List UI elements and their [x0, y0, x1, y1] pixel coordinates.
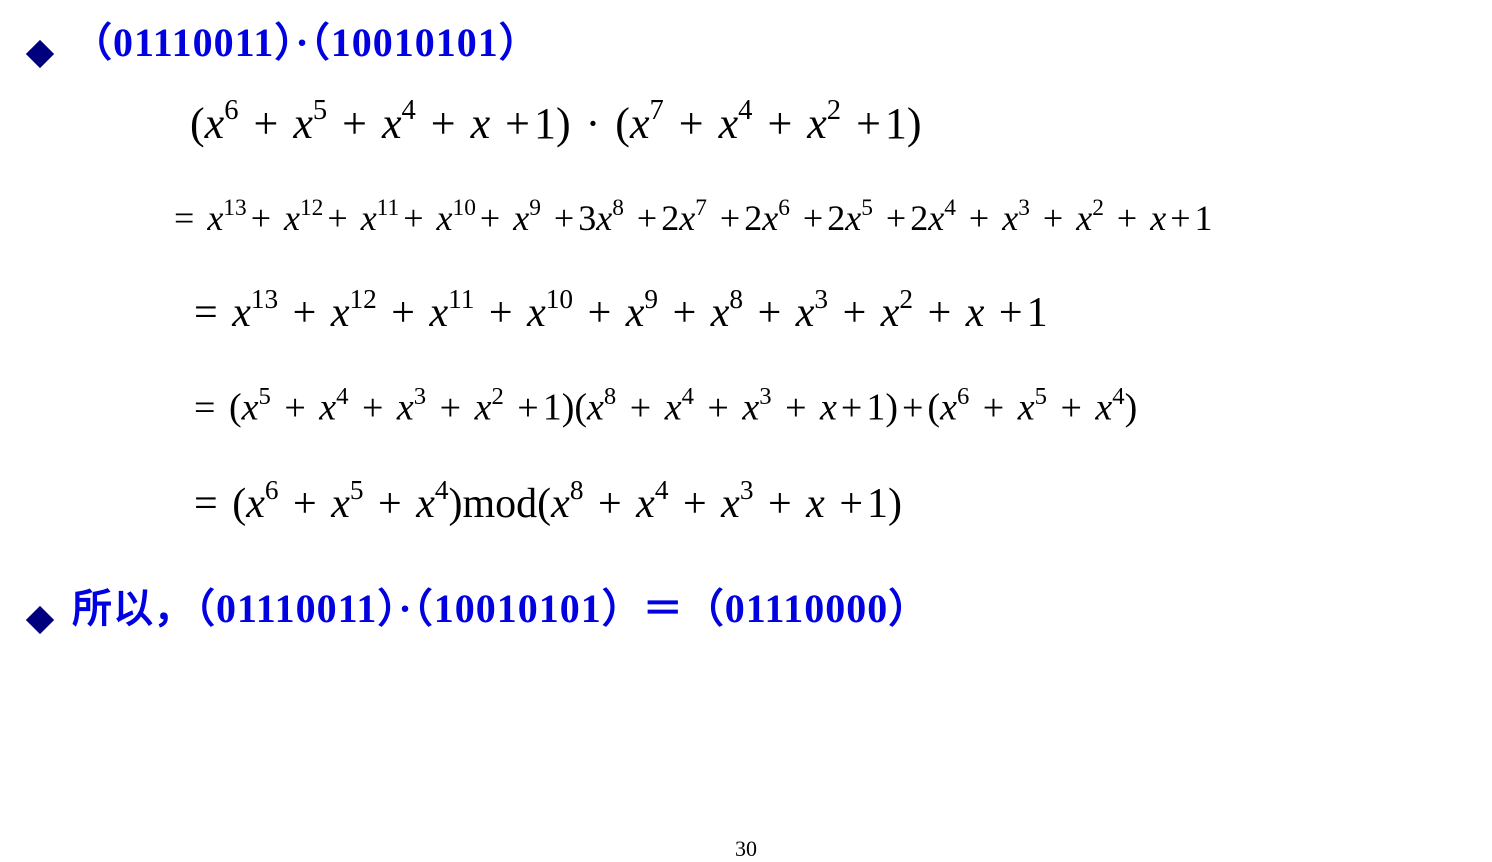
math-line-5: = (x6 + x5 + x4)mod(x8 + x4 + x3 + x +1) — [190, 478, 1462, 528]
footer-result: 所以，（01110011）·（10010101）＝（01110000） — [72, 576, 929, 634]
math-line-1: (x6 + x5 + x4 + x +1) · (x7 + x4 + x2 +1… — [190, 98, 1462, 149]
math-block: (x6 + x5 + x4 + x +1) · (x7 + x4 + x2 +1… — [190, 98, 1462, 528]
math-line-3: = x13 + x12 + x11 + x10 + x9 + x8 + x3 +… — [190, 287, 1462, 337]
slide-body: （01110011）·（10010101） (x6 + x5 + x4 + x … — [0, 0, 1492, 862]
math-line-2: = x13+ x12+ x11+ x10+ x9 +3x8 +2x7 +2x6 … — [170, 197, 1462, 239]
diamond-icon — [26, 606, 54, 634]
math-line-4: = (x5 + x4 + x3 + x2 +1)(x8 + x4 + x3 + … — [190, 385, 1462, 430]
page-number: 30 — [735, 836, 757, 862]
header-expression: （01110011）·（10010101） — [72, 10, 540, 68]
footer-bullet: 所以，（01110011）·（10010101）＝（01110000） — [30, 576, 1462, 634]
diamond-icon — [26, 40, 54, 68]
header-bullet: （01110011）·（10010101） — [30, 10, 1462, 68]
